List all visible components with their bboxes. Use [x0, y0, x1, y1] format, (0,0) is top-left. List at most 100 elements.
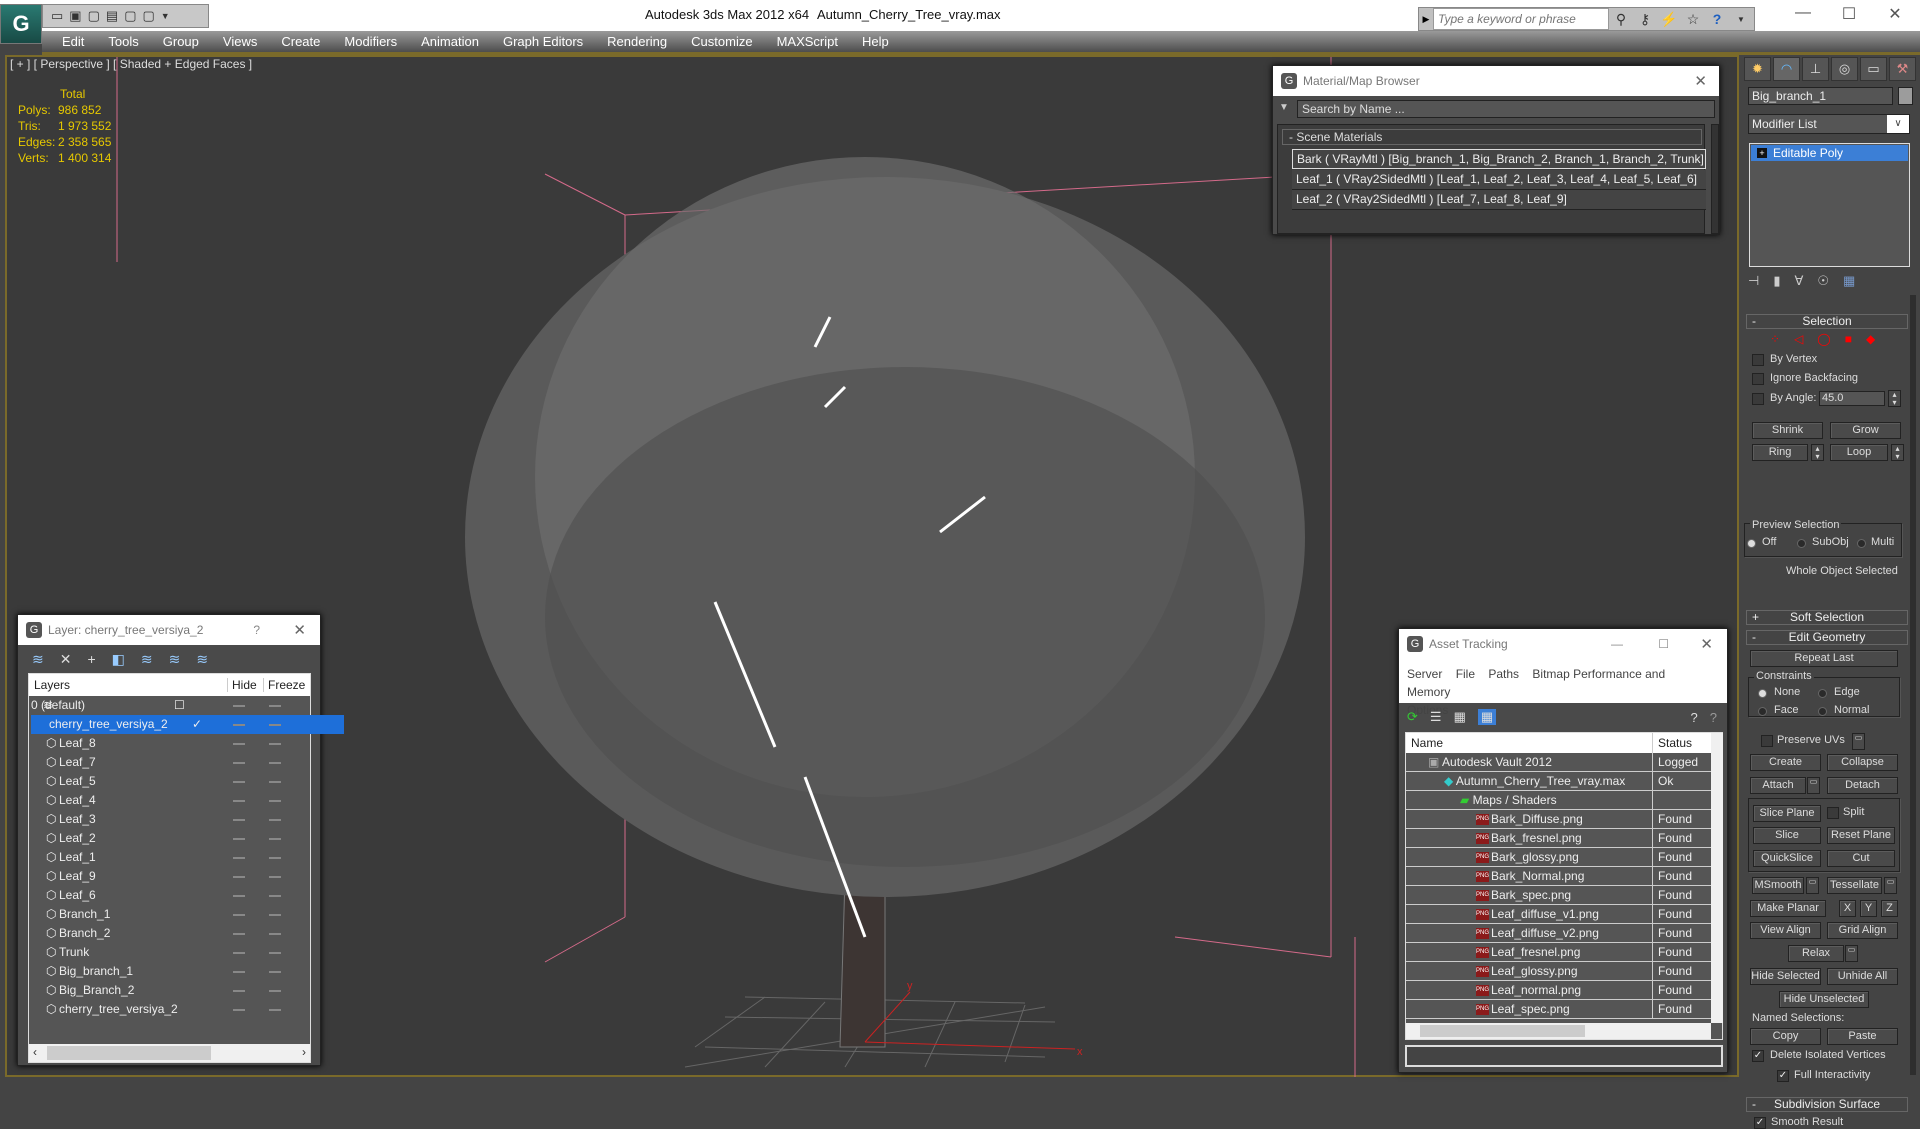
column-freeze[interactable]: Freeze — [263, 678, 305, 692]
hide-toggle[interactable] — [233, 914, 245, 916]
display-tab-icon[interactable]: ▭ — [1860, 57, 1887, 81]
expand-icon[interactable]: + — [1757, 148, 1767, 158]
freeze-toggle[interactable] — [269, 724, 281, 726]
constraint-none-radio[interactable] — [1758, 689, 1767, 698]
new-icon[interactable]: ▢ — [88, 8, 100, 24]
object-name-field[interactable]: Big_branch_1 — [1748, 87, 1893, 105]
window-title-bar[interactable]: G Asset Tracking — ☐ ✕ — [1399, 629, 1727, 659]
ring-spinner[interactable]: ▴ ▾ — [1811, 444, 1824, 461]
help-icon[interactable]: ? — [1710, 710, 1717, 725]
polygon-mode-icon[interactable]: ■ — [1845, 332, 1852, 346]
tree-view-icon[interactable]: ▦ — [1454, 709, 1466, 725]
freeze-toggle[interactable] — [269, 1009, 281, 1011]
column-layers[interactable]: Layers — [34, 678, 70, 692]
asset-row[interactable]: PNG Leaf_normal.png Found — [1406, 981, 1711, 1000]
scene-materials-category[interactable]: - Scene Materials — [1282, 129, 1702, 145]
material-item[interactable]: Bark ( VRayMtl ) [Big_branch_1, Big_Bran… — [1292, 149, 1706, 169]
star-icon[interactable]: ☆ — [1681, 11, 1705, 28]
select-objects-icon[interactable]: ◧ — [112, 651, 125, 668]
preview-multi-radio[interactable] — [1857, 539, 1866, 548]
minimize-button[interactable]: — — [1780, 4, 1826, 26]
hide-toggle[interactable] — [233, 705, 245, 707]
preview-subobj-radio[interactable] — [1797, 539, 1806, 548]
current-layer-checkmark[interactable]: ✓ — [174, 715, 344, 734]
asset-row[interactable]: PNG Bark_Normal.png Found — [1406, 867, 1711, 886]
preserve-uvs-settings-button[interactable]: ▭ — [1852, 733, 1865, 750]
freeze-toggle[interactable] — [269, 933, 281, 935]
slice-button[interactable]: Slice — [1753, 827, 1821, 844]
menu-help[interactable]: Help — [850, 34, 901, 49]
menu-file[interactable]: File — [1456, 667, 1475, 681]
search-input[interactable] — [1433, 8, 1609, 30]
asset-row[interactable]: ▰ Maps / Shaders — [1406, 791, 1711, 810]
close-icon[interactable]: ✕ — [1694, 72, 1707, 90]
scrollbar-thumb[interactable] — [1420, 1025, 1585, 1037]
asset-row[interactable]: PNG Leaf_diffuse_v2.png Found — [1406, 924, 1711, 943]
column-status[interactable]: Status — [1652, 733, 1697, 753]
column-name[interactable]: Name — [1411, 736, 1443, 750]
hide-toggle[interactable] — [233, 838, 245, 840]
border-mode-icon[interactable]: ◯ — [1817, 332, 1830, 346]
menu-bitmap-performance[interactable]: Bitmap Performance and Memory — [1407, 667, 1665, 699]
constraint-normal-radio[interactable] — [1818, 707, 1827, 716]
freeze-toggle[interactable] — [269, 876, 281, 878]
ring-button[interactable]: Ring — [1752, 444, 1808, 461]
redo-icon[interactable]: ▢ — [142, 8, 154, 24]
open-icon[interactable]: ▭ — [51, 8, 63, 24]
subdivision-rollout-header[interactable]: - Subdivision Surface — [1746, 1097, 1908, 1112]
edge-mode-icon[interactable]: ◁ — [1794, 332, 1803, 346]
dropdown-icon[interactable]: ▼ — [161, 11, 170, 21]
preview-off-radio[interactable] — [1747, 539, 1756, 548]
3ds-max-logo-icon[interactable]: G — [0, 4, 42, 44]
help-dropdown-icon[interactable]: ▼ — [1729, 15, 1753, 24]
list-view-icon[interactable]: ☰ — [1430, 709, 1442, 725]
asset-row[interactable]: PNG Bark_fresnel.png Found — [1406, 829, 1711, 848]
paste-button[interactable]: Paste — [1827, 1028, 1898, 1045]
table-view-icon[interactable]: ▦ — [1477, 709, 1497, 725]
scrollbar-thumb[interactable] — [47, 1046, 211, 1060]
freeze-toggle[interactable] — [269, 705, 281, 707]
hide-toggle[interactable] — [233, 933, 245, 935]
delete-layer-icon[interactable]: ✕ — [60, 651, 72, 668]
menu-edit[interactable]: Edit — [50, 34, 96, 49]
hide-toggle[interactable] — [233, 895, 245, 897]
asset-row[interactable]: PNG Leaf_diffuse_v1.png Found — [1406, 905, 1711, 924]
layer-row[interactable]: Leaf_2 ⬡ — [29, 829, 310, 848]
quickslice-button[interactable]: QuickSlice — [1753, 850, 1821, 867]
expand-arrow-icon[interactable]: ▶ — [1419, 14, 1433, 25]
soft-selection-rollout-header[interactable]: + Soft Selection — [1746, 610, 1908, 625]
freeze-toggle[interactable] — [269, 914, 281, 916]
key-icon[interactable]: ⚷ — [1633, 11, 1657, 28]
hide-toggle[interactable] — [233, 990, 245, 992]
hide-toggle[interactable] — [233, 971, 245, 973]
layer-row[interactable]: Big_Branch_2 ⬡ — [29, 981, 310, 1000]
horizontal-scrollbar[interactable]: ‹ › — [29, 1044, 310, 1062]
close-button[interactable]: ✕ — [1872, 4, 1918, 26]
freeze-toggle[interactable] — [269, 857, 281, 859]
menu-rendering[interactable]: Rendering — [595, 34, 679, 49]
highlight-layer-icon[interactable]: ≋ — [141, 651, 153, 668]
make-unique-icon[interactable]: ∀ — [1794, 273, 1803, 289]
asset-row[interactable]: PNG Leaf_glossy.png Found — [1406, 962, 1711, 981]
edit-geometry-rollout-header[interactable]: - Edit Geometry — [1746, 630, 1908, 645]
layer-row[interactable]: Leaf_5 ⬡ — [29, 772, 310, 791]
hide-toggle[interactable] — [233, 724, 245, 726]
chevron-down-icon[interactable]: ∨ — [1887, 115, 1909, 133]
by-angle-checkbox[interactable] — [1752, 393, 1764, 405]
close-icon[interactable]: ✕ — [293, 621, 306, 639]
viewport-label[interactable]: [ + ] [ Perspective ] [ Shaded + Edged F… — [10, 57, 252, 71]
layer-row[interactable]: Leaf_1 ⬡ — [29, 848, 310, 867]
slice-plane-button[interactable]: Slice Plane — [1753, 805, 1821, 822]
layer-row[interactable]: Leaf_8 ⬡ — [29, 734, 310, 753]
freeze-toggle[interactable] — [269, 819, 281, 821]
menu-tools[interactable]: Tools — [96, 34, 150, 49]
minimize-icon[interactable]: — — [1611, 637, 1623, 651]
hide-toggle[interactable] — [233, 952, 245, 954]
hide-toggle[interactable] — [233, 762, 245, 764]
cut-button[interactable]: Cut — [1827, 850, 1895, 867]
help-icon[interactable]: ? — [1705, 11, 1729, 27]
menu-create[interactable]: Create — [269, 34, 332, 49]
split-checkbox[interactable] — [1827, 807, 1839, 819]
refresh-icon[interactable]: ⟳ — [1407, 709, 1418, 725]
collapse-button[interactable]: Collapse — [1827, 754, 1898, 771]
